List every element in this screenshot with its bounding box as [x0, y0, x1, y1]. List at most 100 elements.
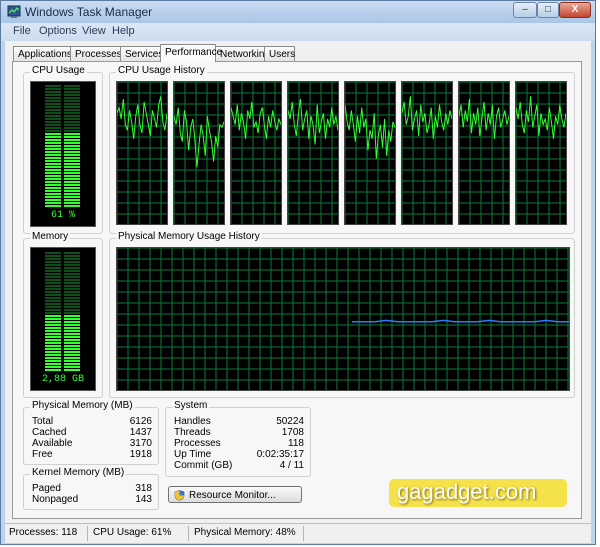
cpu-meter-bars — [45, 85, 80, 207]
tab-performance[interactable]: Performance — [160, 44, 222, 62]
meter-segment-right — [64, 333, 80, 335]
kernel-memory-group: Kernel Memory (MB) Paged 318 Nonpaged 14… — [23, 467, 159, 510]
meter-segment-left — [45, 163, 61, 165]
km-paged-label: Paged — [32, 483, 61, 494]
meter-segment-left — [45, 193, 61, 195]
memory-history-label: Physical Memory Usage History — [116, 231, 262, 242]
meter-segment-right — [64, 321, 80, 323]
meter-segment-left — [45, 97, 61, 99]
meter-segment-right — [64, 297, 80, 299]
maximize-button[interactable]: □ — [537, 2, 559, 18]
meter-segment-left — [45, 106, 61, 108]
cpu-core-graph — [344, 81, 396, 225]
pm-available-value: 3170 — [129, 438, 152, 449]
meter-segment-left — [45, 309, 61, 311]
km-paged-value: 318 — [135, 483, 152, 494]
meter-segment-left — [45, 151, 61, 153]
meter-segment-right — [64, 163, 80, 165]
memory-history-graph — [116, 247, 570, 391]
meter-segment-right — [64, 172, 80, 174]
meter-segment-right — [64, 315, 80, 317]
meter-segment-right — [64, 127, 80, 129]
cpu-usage-value: 61 % — [50, 210, 75, 221]
meter-segment-right — [64, 145, 80, 147]
meter-segment-right — [64, 291, 80, 293]
meter-segment-left — [45, 88, 61, 90]
meter-segment-right — [64, 169, 80, 171]
meter-segment-left — [45, 261, 61, 263]
menu-view[interactable]: View — [82, 25, 106, 37]
meter-segment-right — [64, 369, 80, 371]
meter-segment-right — [64, 285, 80, 287]
meter-segment-left — [45, 288, 61, 290]
pm-cached-value: 1437 — [129, 427, 152, 438]
meter-segment-left — [45, 369, 61, 371]
close-button[interactable]: X — [559, 2, 591, 18]
meter-segment-right — [64, 276, 80, 278]
menu-options[interactable]: Options — [39, 25, 77, 37]
tab-services[interactable]: Services — [120, 46, 163, 61]
minimize-button[interactable]: – — [513, 2, 537, 18]
meter-segment-right — [64, 109, 80, 111]
meter-segment-left — [45, 85, 61, 87]
sys-uptime-label: Up Time — [174, 449, 212, 460]
meter-segment-left — [45, 169, 61, 171]
meter-segment-right — [64, 100, 80, 102]
cpu-core-series — [231, 101, 281, 139]
menu-file[interactable]: File — [13, 25, 31, 37]
sys-commit-label: Commit (GB) — [174, 460, 233, 471]
title-bar[interactable]: Windows Task Manager – □ X — [1, 1, 595, 23]
client-area: Applications Processes Services Performa… — [5, 41, 591, 523]
cpu-core-graph — [287, 81, 339, 225]
meter-segment-right — [64, 187, 80, 189]
meter-segment-left — [45, 297, 61, 299]
cpu-core-graph — [173, 81, 225, 225]
tab-processes[interactable]: Processes — [70, 46, 122, 61]
meter-segment-left — [45, 264, 61, 266]
cpu-core-plot — [459, 82, 509, 224]
meter-segment-right — [64, 121, 80, 123]
meter-segment-right — [64, 154, 80, 156]
meter-segment-left — [45, 267, 61, 269]
sys-handles-label: Handles — [174, 416, 211, 427]
meter-segment-right — [64, 115, 80, 117]
meter-segment-right — [64, 294, 80, 296]
sys-threads-label: Threads — [174, 427, 211, 438]
meter-segment-left — [45, 184, 61, 186]
meter-segment-right — [64, 178, 80, 180]
tab-applications[interactable]: Applications — [13, 46, 72, 61]
cpu-core-graph — [515, 81, 567, 225]
meter-segment-left — [45, 166, 61, 168]
meter-segment-right — [64, 124, 80, 126]
memory-history-series — [352, 319, 569, 323]
meter-segment-right — [64, 136, 80, 138]
resource-monitor-button[interactable]: Resource Monitor... — [168, 486, 302, 503]
meter-segment-right — [64, 142, 80, 144]
meter-segment-left — [45, 190, 61, 192]
meter-segment-right — [64, 199, 80, 201]
sys-uptime-value: 0:02:35:17 — [256, 449, 304, 460]
cpu-usage-meter: 61 % — [30, 81, 96, 227]
meter-segment-right — [64, 160, 80, 162]
meter-segment-right — [64, 106, 80, 108]
tab-networking[interactable]: Networking — [215, 46, 270, 61]
meter-segment-right — [64, 166, 80, 168]
meter-segment-left — [45, 282, 61, 284]
pm-cached-label: Cached — [32, 427, 67, 438]
performance-panel: CPU Usage 61 % CPU Usage History Memory … — [12, 61, 582, 519]
meter-segment-left — [45, 345, 61, 347]
physical-memory-group: Physical Memory (MB) Total 6126 Cached 1… — [23, 400, 159, 465]
status-cpu-usage: CPU Usage: 61% — [93, 527, 172, 538]
meter-segment-left — [45, 121, 61, 123]
meter-segment-right — [64, 342, 80, 344]
menu-help[interactable]: Help — [112, 25, 135, 37]
tab-users[interactable]: Users — [264, 46, 295, 61]
meter-segment-right — [64, 94, 80, 96]
cpu-core-graph — [458, 81, 510, 225]
meter-segment-right — [64, 318, 80, 320]
meter-segment-left — [45, 318, 61, 320]
memory-meter-bars — [45, 252, 80, 371]
meter-segment-left — [45, 202, 61, 204]
menu-bar: File Options View Help — [1, 23, 595, 41]
meter-segment-left — [45, 148, 61, 150]
